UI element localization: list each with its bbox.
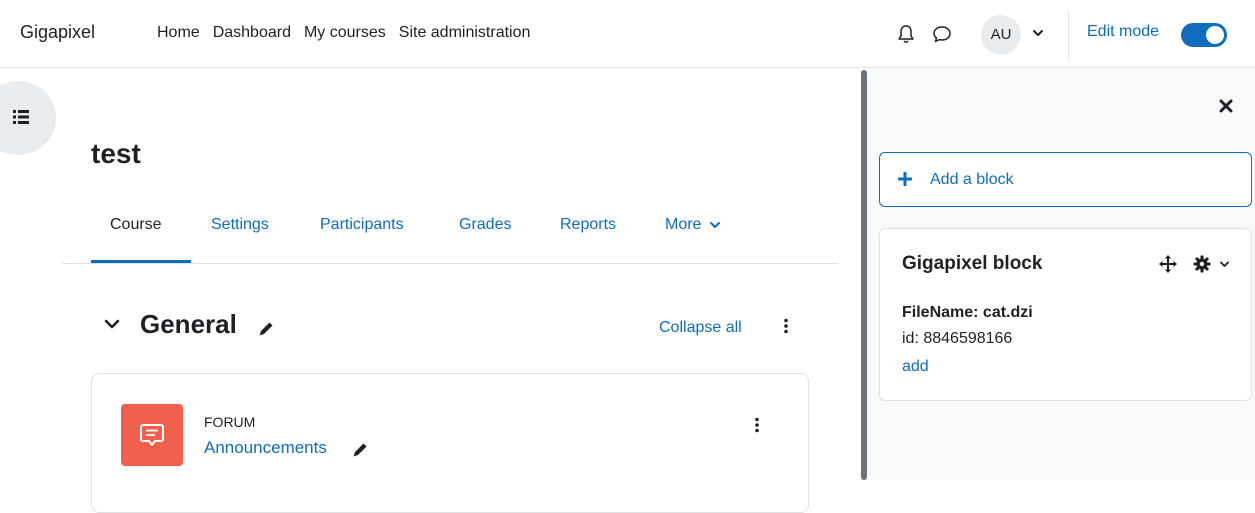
tab-reports[interactable]: Reports	[560, 216, 616, 234]
drawer-resize-handle[interactable]	[861, 70, 867, 480]
pencil-icon[interactable]	[351, 441, 369, 459]
block-add-link[interactable]: add	[902, 358, 929, 376]
block-title: Gigapixel block	[902, 253, 1043, 274]
plus-icon	[898, 172, 912, 186]
close-icon[interactable]	[1219, 99, 1233, 113]
user-avatar[interactable]: AU	[981, 15, 1021, 55]
gear-icon[interactable]	[1193, 255, 1211, 273]
add-block-label: Add a block	[930, 171, 1014, 188]
top-navbar: Gigapixel Home Dashboard My courses Site…	[0, 0, 1255, 68]
tab-grades[interactable]: Grades	[459, 216, 511, 234]
primary-nav: Home Dashboard My courses Site administr…	[157, 24, 530, 42]
edit-mode-toggle[interactable]	[1181, 23, 1227, 47]
active-tab-indicator	[91, 260, 191, 263]
kebab-icon[interactable]	[783, 318, 789, 334]
tab-course[interactable]: Course	[110, 216, 162, 234]
block-id: id: 8846598166	[902, 330, 1013, 347]
chevron-down-icon[interactable]	[104, 318, 120, 330]
nav-dashboard[interactable]: Dashboard	[213, 24, 291, 42]
chevron-down-icon[interactable]	[1220, 261, 1229, 268]
forum-icon	[140, 424, 164, 446]
tab-settings[interactable]: Settings	[211, 216, 269, 234]
move-icon[interactable]	[1159, 255, 1177, 273]
activity-card	[91, 373, 809, 513]
edit-mode-label[interactable]: Edit mode	[1087, 23, 1159, 41]
nav-my-courses[interactable]: My courses	[304, 24, 386, 42]
tab-participants[interactable]: Participants	[320, 216, 404, 234]
gigapixel-block: Gigapixel block FileName: cat.dzi id: 88…	[879, 228, 1252, 401]
site-brand[interactable]: Gigapixel	[20, 22, 95, 43]
tab-more[interactable]: More	[665, 216, 720, 234]
add-block-button[interactable]: Add a block	[879, 152, 1252, 207]
toggle-knob	[1206, 26, 1224, 44]
nav-home[interactable]: Home	[157, 24, 200, 42]
forum-activity-icon	[121, 404, 183, 466]
course-tabs: Course Settings Participants Grades Repo…	[62, 200, 838, 264]
tab-more-label: More	[665, 216, 702, 233]
navbar-divider	[1068, 10, 1069, 60]
bell-icon[interactable]	[897, 24, 915, 44]
activity-link-announcements[interactable]: Announcements	[204, 438, 327, 458]
chevron-down-icon[interactable]	[1033, 29, 1043, 37]
collapse-all-link[interactable]: Collapse all	[659, 319, 742, 337]
chat-icon[interactable]	[932, 24, 952, 44]
activity-type-label: FORUM	[204, 414, 256, 430]
section-title: General	[140, 309, 237, 339]
block-filename: FileName: cat.dzi	[902, 304, 1033, 321]
kebab-icon[interactable]	[754, 417, 760, 433]
nav-site-administration[interactable]: Site administration	[399, 24, 531, 42]
chevron-down-icon	[709, 221, 720, 228]
page-title: test	[91, 138, 141, 169]
pencil-icon[interactable]	[257, 320, 275, 338]
list-icon[interactable]	[13, 110, 29, 124]
